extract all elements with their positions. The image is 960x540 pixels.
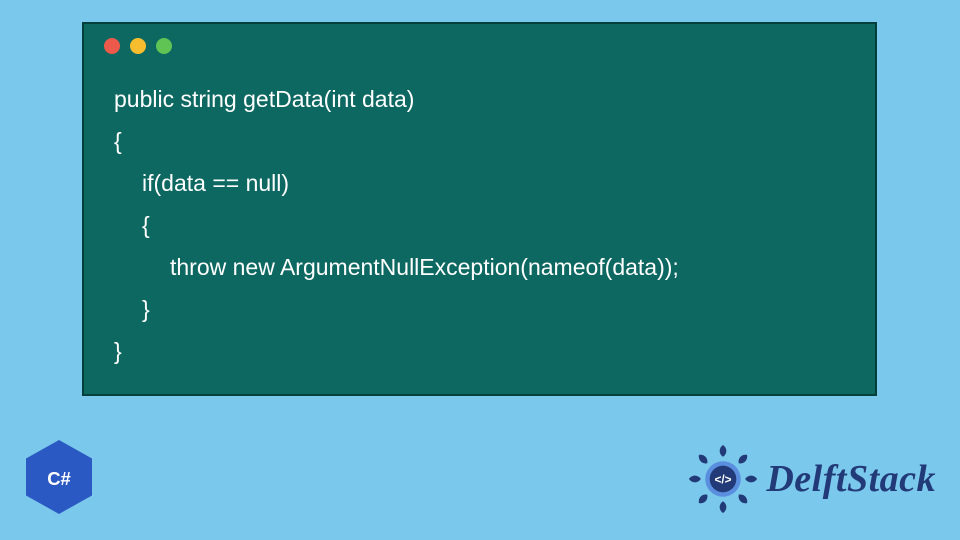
code-line: } xyxy=(114,330,855,372)
code-line: } xyxy=(114,288,855,330)
code-line: public string getData(int data) xyxy=(114,78,855,120)
code-line: if(data == null) xyxy=(114,162,855,204)
code-line: { xyxy=(114,204,855,246)
csharp-badge: C# xyxy=(26,440,92,514)
minimize-icon xyxy=(130,38,146,54)
code-tag-icon: </> xyxy=(715,472,732,486)
maximize-icon xyxy=(156,38,172,54)
code-block: public string getData(int data){if(data … xyxy=(114,78,855,374)
delftstack-logo: </> DelftStack xyxy=(686,442,936,516)
window-titlebar xyxy=(84,24,875,60)
code-line: throw new ArgumentNullException(nameof(d… xyxy=(114,246,855,288)
close-icon xyxy=(104,38,120,54)
page-canvas: public string getData(int data){if(data … xyxy=(0,0,960,540)
delftstack-emblem-icon: </> xyxy=(686,442,760,516)
code-window: public string getData(int data){if(data … xyxy=(82,22,877,396)
code-line: { xyxy=(114,120,855,162)
csharp-label: C# xyxy=(47,468,71,489)
delftstack-label: DelftStack xyxy=(766,457,936,501)
